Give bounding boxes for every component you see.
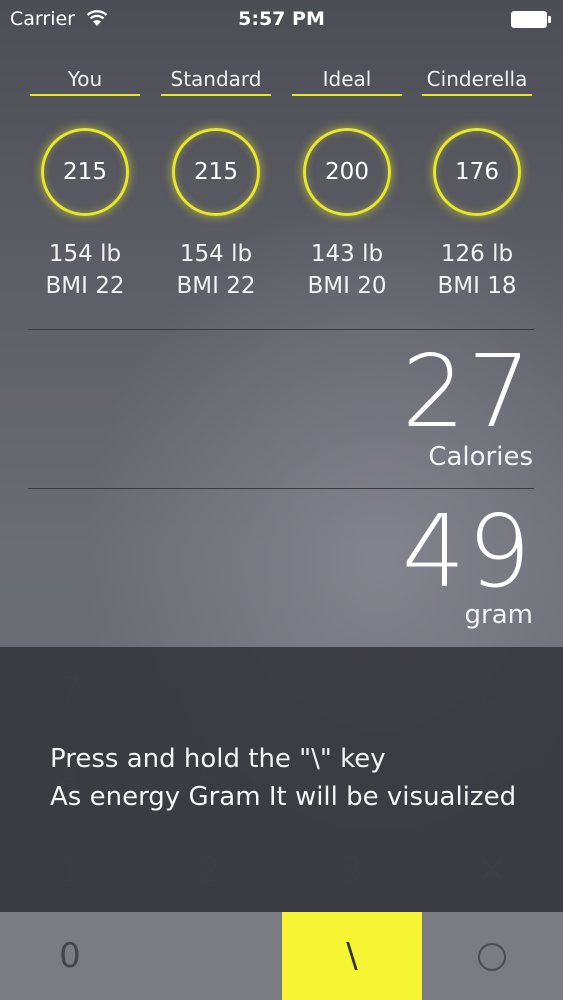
- divider: [28, 488, 534, 489]
- column-header: Standard: [170, 67, 262, 91]
- weight-label: 126 lb: [440, 241, 514, 267]
- column-underline: [422, 94, 532, 96]
- bmi-label: BMI 22: [176, 273, 256, 299]
- triangle-icon[interactable]: [480, 682, 506, 704]
- weight-label: 143 lb: [310, 241, 384, 267]
- bmi-label: BMI 20: [307, 273, 387, 299]
- weight-label: 154 lb: [48, 241, 122, 267]
- weight-label: 154 lb: [179, 241, 253, 267]
- column-underline: [292, 94, 402, 96]
- bmi-label: BMI 18: [437, 273, 517, 299]
- circle-icon[interactable]: [478, 943, 506, 971]
- battery-icon: [511, 11, 551, 28]
- value-ring: 200: [303, 128, 391, 216]
- calories-value: 27: [401, 333, 533, 450]
- column-underline: [30, 94, 140, 96]
- calories-unit: Calories: [428, 442, 533, 472]
- divider: [28, 329, 534, 330]
- column-header: Ideal: [322, 67, 372, 91]
- value-ring: 215: [41, 128, 129, 216]
- hint-text: Press and hold the "\" key As energy Gra…: [50, 740, 516, 816]
- column-header: Cinderella: [426, 67, 528, 91]
- key-9[interactable]: 9: [282, 670, 422, 710]
- key-backslash[interactable]: \: [282, 912, 422, 1000]
- key-0[interactable]: 0: [0, 912, 140, 1000]
- status-time: 5:57 PM: [238, 8, 325, 30]
- value-ring: 176: [433, 128, 521, 216]
- key-7[interactable]: 7: [0, 670, 140, 710]
- multiply-icon[interactable]: [480, 857, 504, 881]
- value-ring: 215: [172, 128, 260, 216]
- hint-line-1: Press and hold the "\" key: [50, 744, 386, 774]
- column-standard[interactable]: Standard 215 154 lb BMI 22: [161, 64, 271, 302]
- status-bar: Carrier 5:57 PM: [0, 0, 563, 36]
- key-1[interactable]: 1: [0, 850, 140, 890]
- column-ideal[interactable]: Ideal 200 143 lb BMI 20: [292, 64, 402, 302]
- key-8[interactable]: 8: [140, 670, 280, 710]
- gram-value: 49: [401, 493, 533, 610]
- column-underline: [161, 94, 271, 96]
- key-3[interactable]: 3: [282, 850, 422, 890]
- gram-unit: gram: [464, 600, 533, 630]
- column-you[interactable]: You 215 154 lb BMI 22: [30, 64, 140, 302]
- column-cinderella[interactable]: Cinderella 176 126 lb BMI 18: [422, 64, 532, 302]
- key-2[interactable]: 2: [140, 850, 280, 890]
- hint-line-2: As energy Gram It will be visualized: [50, 782, 517, 812]
- column-header: You: [67, 67, 103, 91]
- bmi-label: BMI 22: [45, 273, 125, 299]
